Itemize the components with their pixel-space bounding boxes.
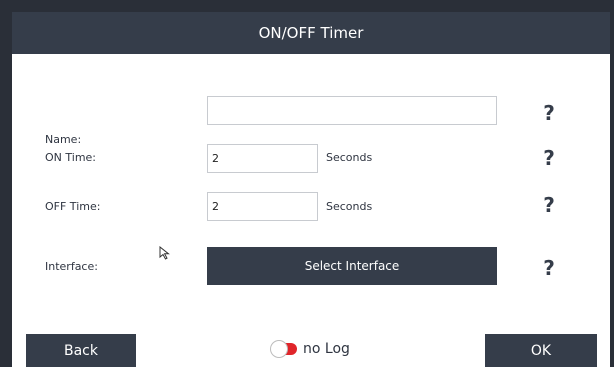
ok-button[interactable]: OK [485, 334, 597, 367]
interface-label: Interface: [45, 260, 98, 273]
off-time-help-icon[interactable]: ? [542, 194, 556, 216]
name-help-icon[interactable]: ? [542, 102, 556, 124]
toggle-switch-icon[interactable] [271, 341, 297, 357]
name-input[interactable] [207, 96, 497, 125]
off-time-label: OFF Time: [45, 200, 101, 213]
select-interface-button[interactable]: Select Interface [207, 247, 497, 285]
on-time-input[interactable] [207, 144, 318, 173]
interface-help-icon[interactable]: ? [542, 257, 556, 279]
back-button-label: Back [64, 342, 98, 359]
on-time-help-icon[interactable]: ? [542, 147, 556, 169]
log-toggle-label: no Log [303, 341, 350, 357]
off-time-unit: Seconds [326, 200, 373, 213]
name-label: Name: [45, 133, 82, 146]
screen-frame: ON/OFF Timer Name: ? ON Time: Seconds ? … [0, 0, 614, 367]
title-bar: ON/OFF Timer [12, 12, 610, 54]
select-interface-label: Select Interface [304, 259, 400, 273]
ok-button-label: OK [530, 342, 552, 359]
mouse-pointer-icon [159, 246, 170, 260]
timer-dialog: ON/OFF Timer Name: ? ON Time: Seconds ? … [12, 12, 610, 367]
log-toggle[interactable]: no Log [271, 341, 350, 357]
on-time-label: ON Time: [45, 151, 97, 164]
on-time-unit: Seconds [326, 151, 373, 164]
toggle-knob [271, 341, 287, 357]
off-time-input[interactable] [207, 192, 318, 221]
dialog-title: ON/OFF Timer [258, 24, 364, 42]
back-button[interactable]: Back [26, 334, 136, 367]
